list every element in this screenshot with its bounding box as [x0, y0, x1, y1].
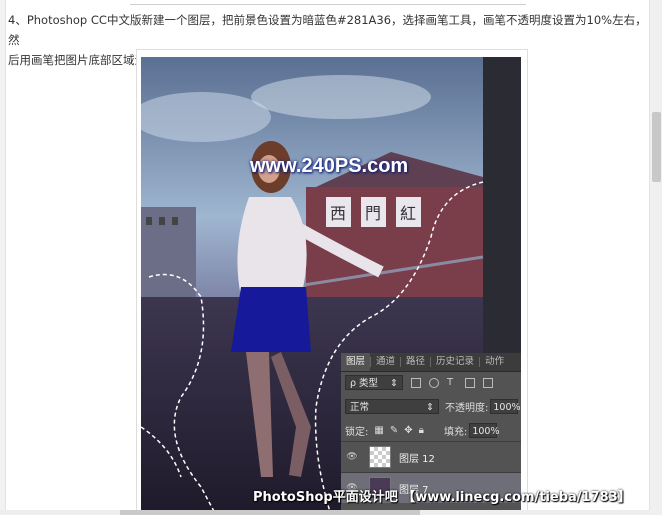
blend-row: 正常 ⇕ 不透明度: 100% — [341, 399, 521, 414]
window — [146, 217, 152, 225]
bottom-watermark: PhotoShop平面设计吧 【www.linecg.com/tieba/178… — [253, 490, 631, 505]
opacity-label: 不透明度: — [445, 403, 489, 414]
site-watermark: www.240PS.com — [250, 155, 409, 177]
layer-row[interactable]: 👁︎ 图层 12 — [341, 441, 521, 472]
lock-paint-icon[interactable]: ✎ — [390, 425, 398, 436]
fill-label: 填充: — [443, 427, 468, 438]
smart-object-filter-icon[interactable] — [483, 377, 493, 388]
scrollbar-thumb[interactable] — [120, 510, 420, 515]
tab-actions[interactable]: 动作 — [480, 353, 509, 371]
tab-history[interactable]: 历史记录 — [431, 353, 479, 371]
chevron-down-icon: ⇕ — [426, 402, 434, 413]
blue-skirt — [231, 287, 311, 352]
sign-char-3: 紅 — [400, 204, 416, 223]
tab-channels[interactable]: 通道 — [371, 353, 400, 371]
image-filter-icon[interactable] — [411, 377, 421, 388]
sign-char-2: 門 — [365, 204, 381, 223]
white-jacket — [237, 197, 307, 297]
window — [172, 217, 178, 225]
layer-name: 图层 12 — [399, 453, 435, 465]
shape-filter-icon[interactable] — [465, 377, 475, 388]
opacity-input[interactable]: 100% — [490, 399, 521, 414]
scrollbar-thumb[interactable] — [652, 112, 661, 182]
window — [159, 217, 165, 225]
layer-thumbnail — [369, 446, 391, 468]
left-gutter — [0, 0, 6, 515]
filter-kind-label: ρ 类型 — [350, 378, 379, 389]
eye-icon[interactable]: 👁︎ — [345, 452, 359, 462]
blend-mode-select[interactable]: 正常 ⇕ — [345, 399, 439, 414]
sign-char-1: 西 — [330, 204, 346, 223]
tab-layers[interactable]: 图层 — [341, 353, 371, 371]
lock-label: 锁定: — [345, 427, 369, 438]
chevron-down-icon: ⇕ — [390, 378, 398, 389]
panel-tabs: 图层 通道 路径 历史记录 动作 — [341, 353, 521, 372]
lock-transparent-icon[interactable]: ▦ — [374, 425, 383, 436]
vertical-scrollbar[interactable] — [649, 0, 662, 515]
paragraph-line-1: 4、Photoshop CC中文版新建一个图层，把前景色设置为暗蓝色#281A3… — [8, 13, 647, 47]
adjustment-filter-icon[interactable] — [429, 377, 439, 388]
lock-row: 锁定: ▦ ✎ ✥ 🔒︎ 填充: 100% — [341, 423, 521, 438]
cloud — [251, 75, 431, 119]
fill-input[interactable]: 100% — [469, 423, 499, 438]
tab-paths[interactable]: 路径 — [401, 353, 430, 371]
lock-all-icon[interactable]: 🔒︎ — [419, 425, 424, 436]
horizontal-scrollbar[interactable] — [0, 510, 650, 515]
type-filter-icon[interactable]: T — [447, 377, 457, 388]
top-divider — [130, 4, 526, 5]
filter-kind-select[interactable]: ρ 类型 ⇕ — [345, 375, 403, 390]
blend-mode-label: 正常 — [350, 402, 370, 413]
filter-row: ρ 类型 ⇕ T — [341, 375, 521, 390]
lock-move-icon[interactable]: ✥ — [404, 425, 412, 436]
